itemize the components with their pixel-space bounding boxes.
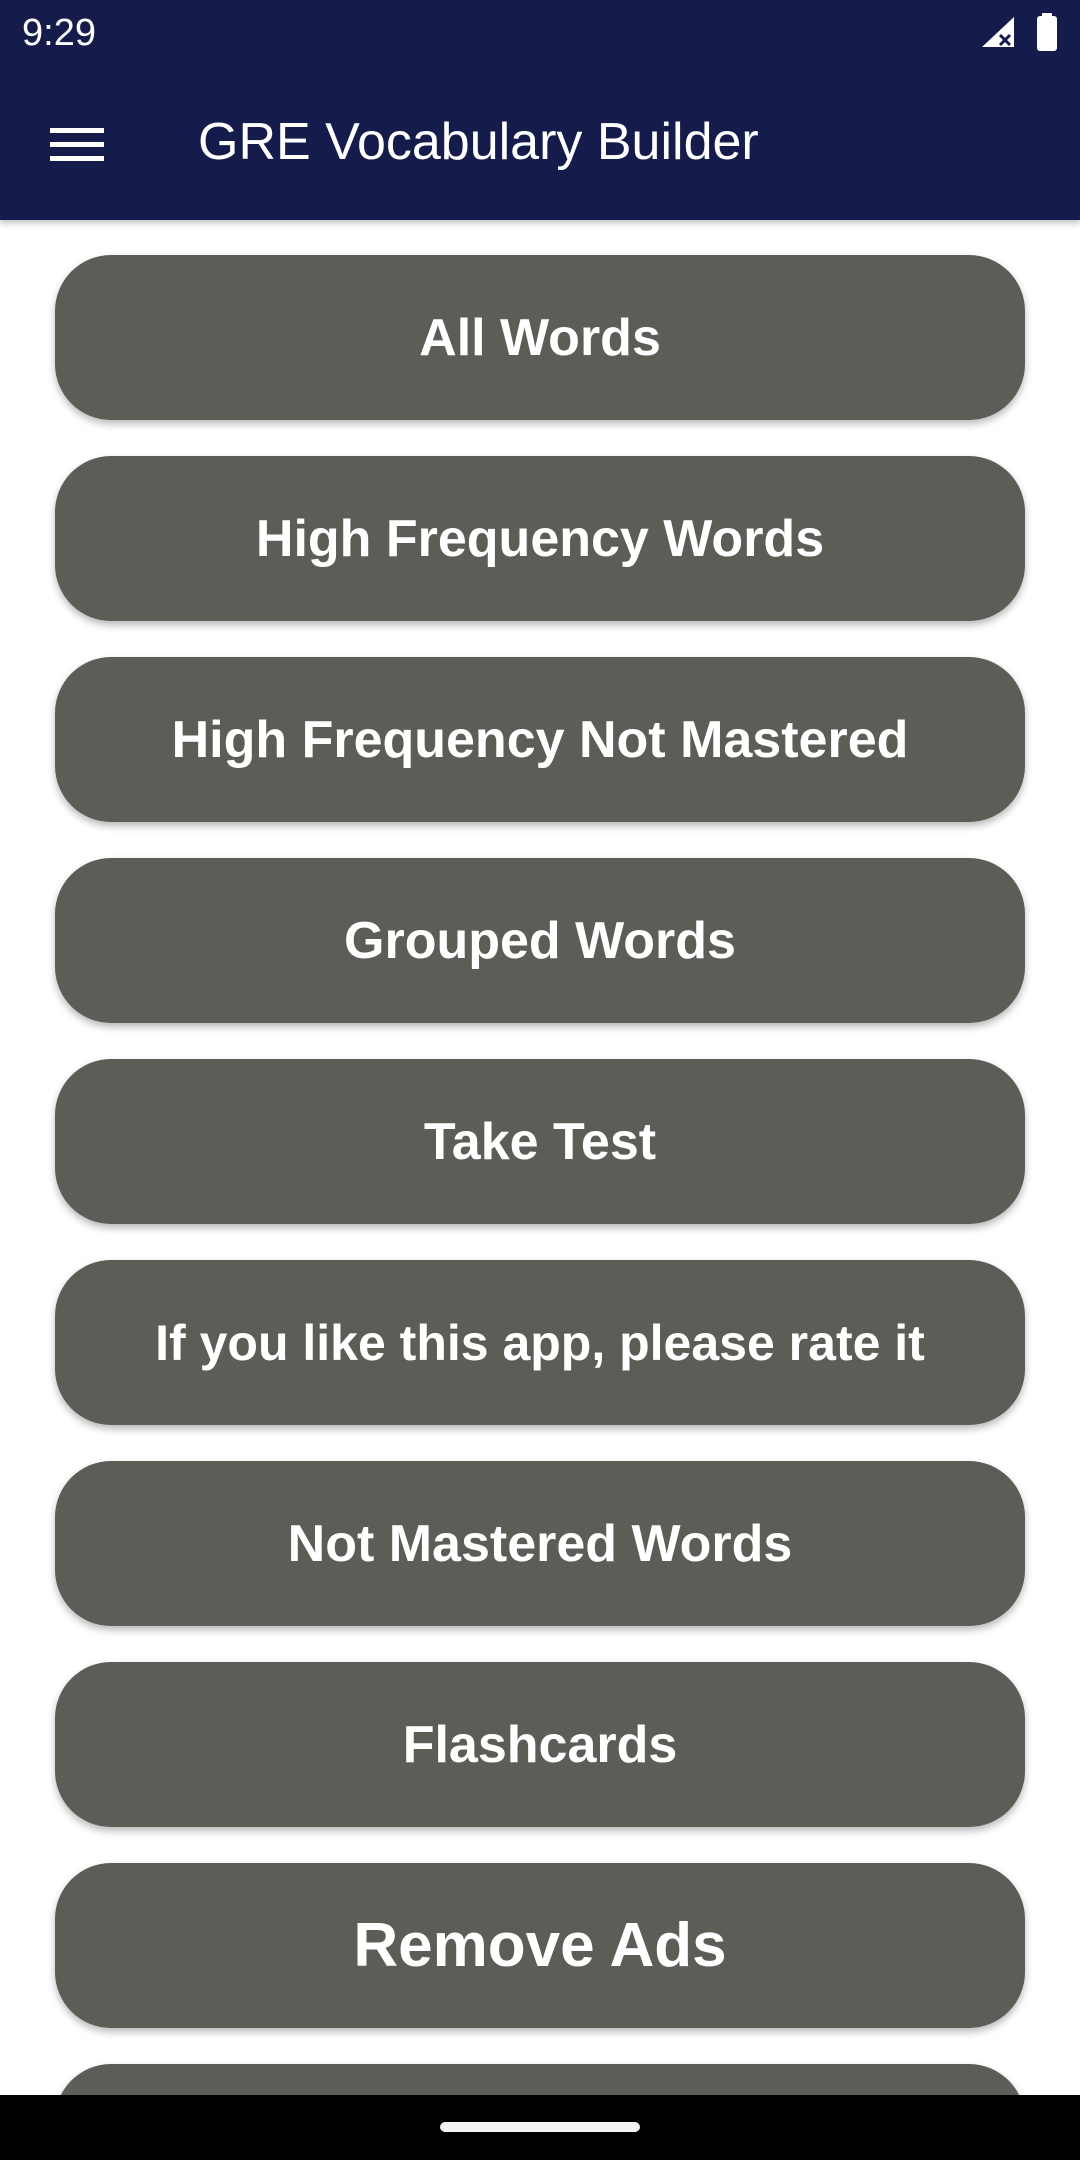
grouped-words-button[interactable]: Grouped Words bbox=[55, 858, 1025, 1023]
status-icons bbox=[980, 12, 1058, 56]
partial-menu-button[interactable] bbox=[55, 2064, 1025, 2095]
status-time: 9:29 bbox=[22, 12, 96, 54]
all-words-button[interactable]: All Words bbox=[55, 255, 1025, 420]
high-frequency-not-mastered-button[interactable]: High Frequency Not Mastered bbox=[55, 657, 1025, 822]
home-handle[interactable] bbox=[440, 2122, 640, 2132]
app-title: GRE Vocabulary Builder bbox=[198, 113, 759, 171]
rate-app-button[interactable]: If you like this app, please rate it bbox=[55, 1260, 1025, 1425]
flashcards-button[interactable]: Flashcards bbox=[55, 1662, 1025, 1827]
take-test-button[interactable]: Take Test bbox=[55, 1059, 1025, 1224]
main-menu: All Words High Frequency Words High Freq… bbox=[0, 220, 1080, 2095]
status-bar: 9:29 bbox=[0, 0, 1080, 66]
high-frequency-words-button[interactable]: High Frequency Words bbox=[55, 456, 1025, 621]
hamburger-menu-icon[interactable] bbox=[40, 112, 114, 176]
remove-ads-button[interactable]: Remove Ads bbox=[55, 1863, 1025, 2028]
battery-icon bbox=[1036, 12, 1058, 56]
not-mastered-words-button[interactable]: Not Mastered Words bbox=[55, 1461, 1025, 1626]
navigation-bar bbox=[0, 2095, 1080, 2160]
app-bar: GRE Vocabulary Builder bbox=[0, 66, 1080, 220]
signal-icon bbox=[980, 15, 1018, 54]
